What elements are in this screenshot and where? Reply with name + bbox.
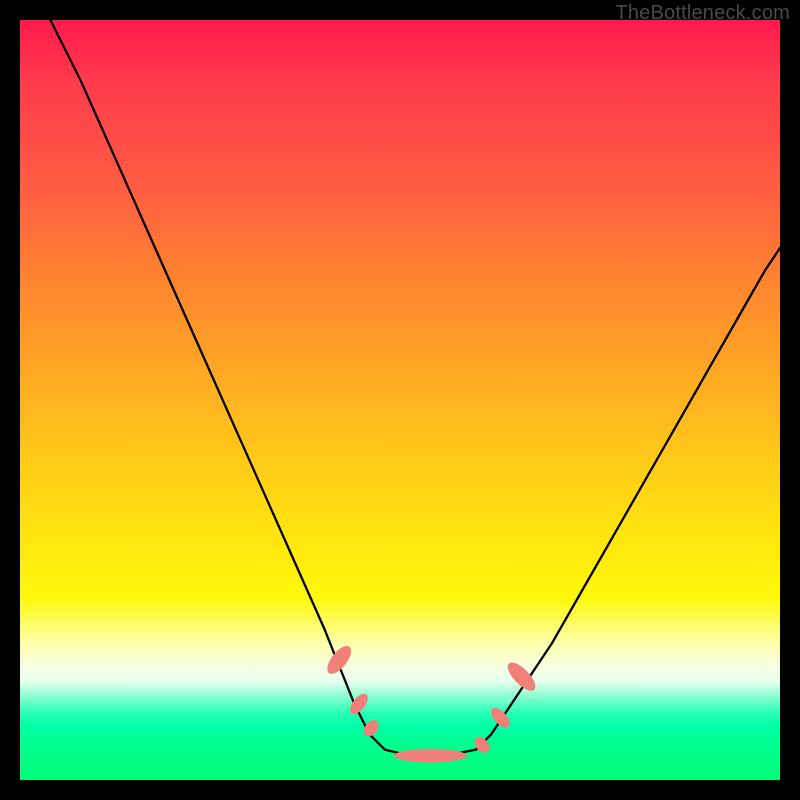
curve-svg (20, 20, 780, 780)
chart-frame: TheBottleneck.com (0, 0, 800, 800)
marker-group (323, 642, 540, 762)
flat-bead (394, 749, 467, 763)
watermark-text: TheBottleneck.com (615, 2, 790, 25)
left-curve-path (50, 20, 384, 750)
left-bead-1 (323, 642, 356, 678)
plot-area (20, 20, 780, 780)
